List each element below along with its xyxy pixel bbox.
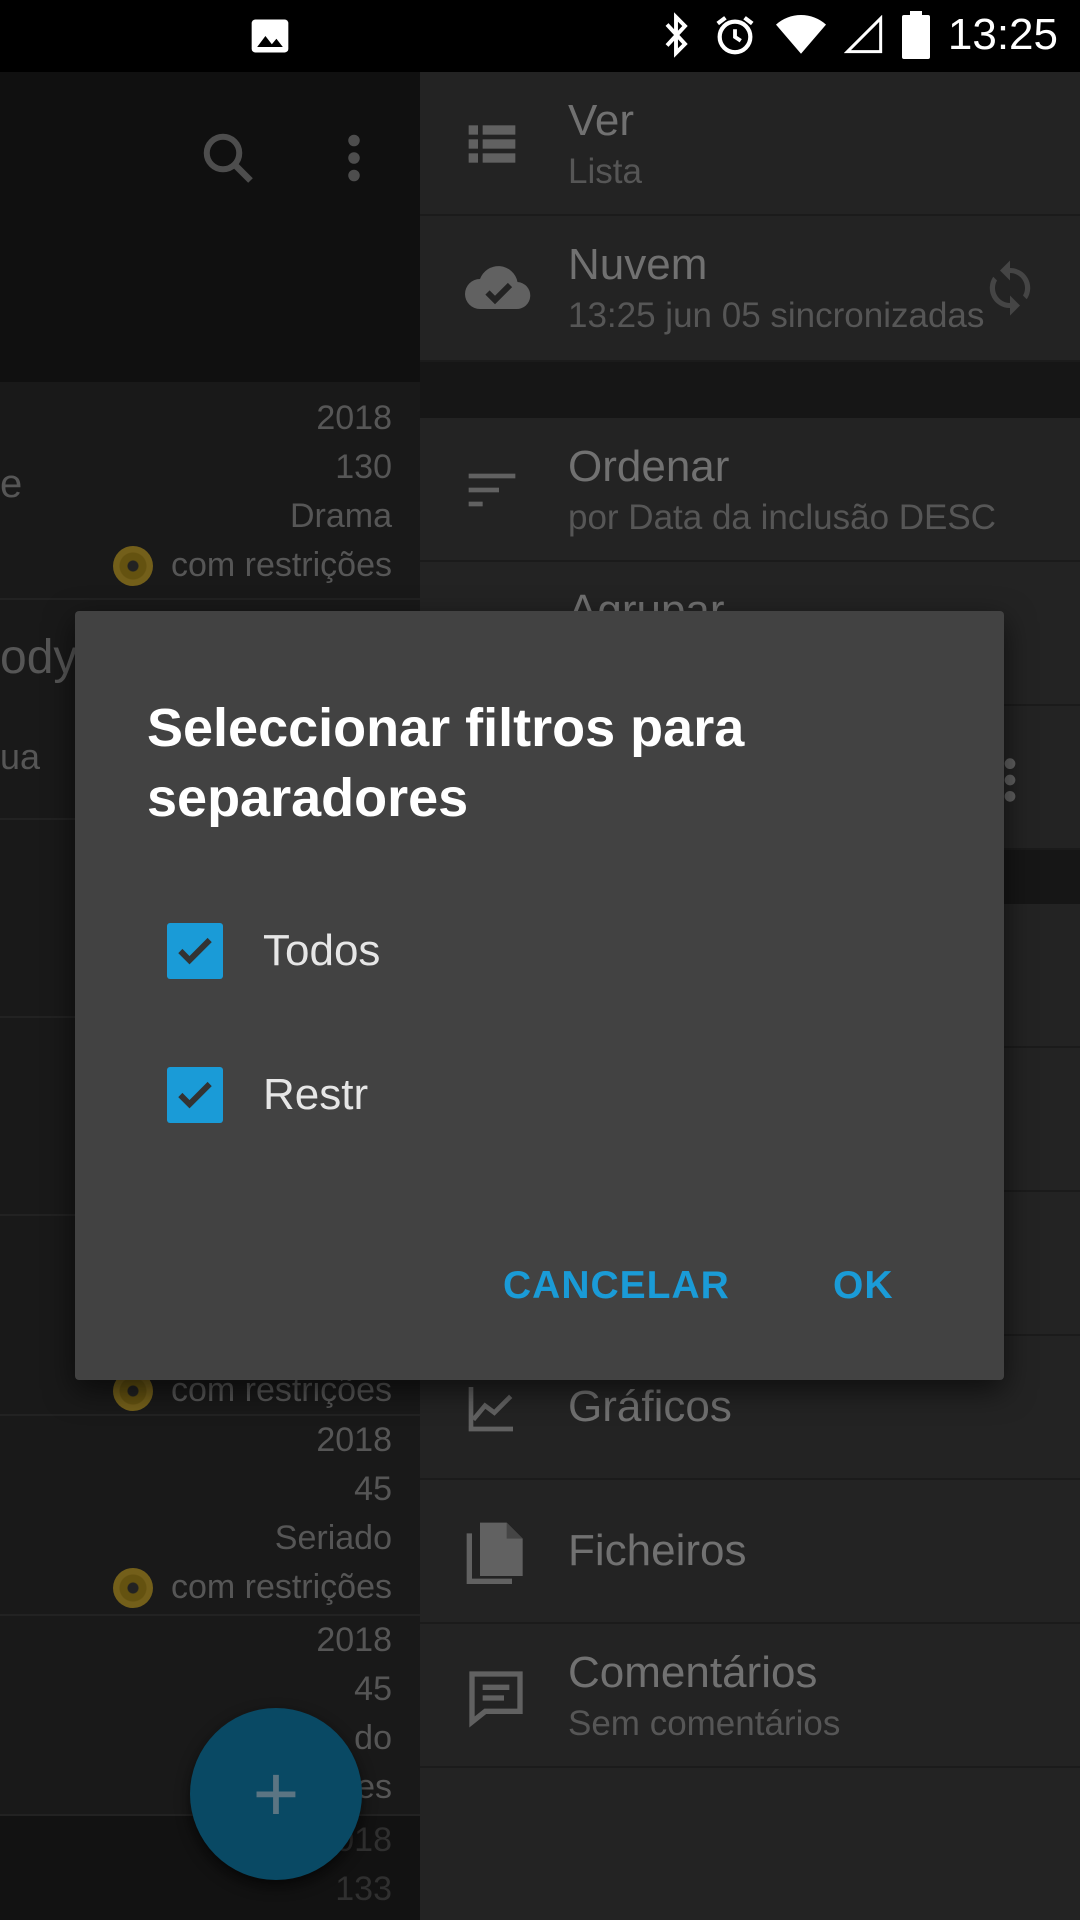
bluetooth-icon	[665, 12, 688, 58]
ok-button[interactable]: OK	[833, 1264, 894, 1308]
option-label: Restr	[263, 1070, 369, 1119]
dialog-title: Seleccionar filtros para separadores	[147, 698, 745, 828]
checkbox-restr[interactable]	[167, 1067, 223, 1123]
check-icon	[178, 937, 212, 965]
option-todos[interactable]: Todos	[167, 911, 380, 991]
option-restr[interactable]: Restr	[167, 1055, 368, 1135]
clock: 13:25	[947, 10, 1058, 59]
filter-dialog: Seleccionar filtros para separadores Tod…	[75, 611, 1004, 1380]
wifi-icon	[775, 15, 826, 54]
checkbox-todos[interactable]	[167, 923, 223, 979]
image-icon	[251, 19, 289, 53]
signal-icon	[843, 15, 883, 54]
status-bar: 13:25	[0, 0, 1080, 72]
alarm-icon	[716, 16, 754, 55]
cancel-button[interactable]: CANCELAR	[503, 1264, 730, 1308]
option-label: Todos	[263, 926, 381, 975]
check-icon	[178, 1081, 212, 1109]
battery-icon	[901, 11, 930, 59]
